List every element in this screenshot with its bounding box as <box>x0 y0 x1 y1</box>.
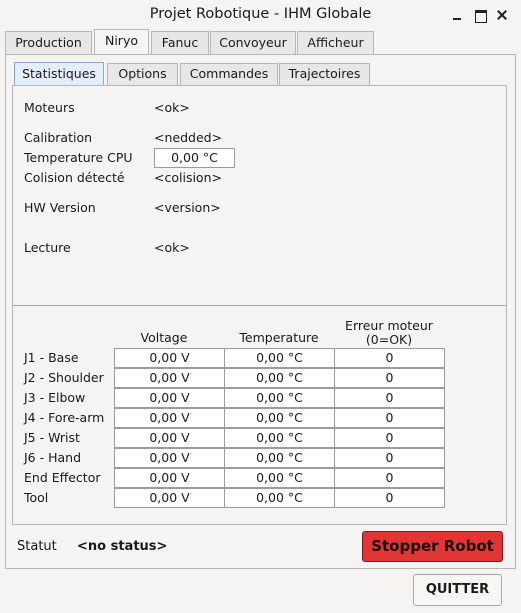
temperature-field: 0,00 °C <box>224 428 335 448</box>
close-icon[interactable] <box>494 7 510 23</box>
voltage-field: 0,00 V <box>114 448 225 468</box>
voltage-field: 0,00 V <box>114 368 225 388</box>
tab-production[interactable]: Production <box>5 31 92 55</box>
temperature-field: 0,00 °C <box>224 348 335 368</box>
tab-fanuc[interactable]: Fanuc <box>151 31 209 55</box>
voltage-header: Voltage <box>140 330 188 345</box>
maximize-icon[interactable] <box>472 7 488 23</box>
erreur-field: 0 <box>334 428 445 448</box>
calibration-label: Calibration <box>24 130 93 145</box>
colision-value: <colision> <box>154 170 222 185</box>
hw-version-label: HW Version <box>24 200 96 215</box>
erreur-field: 0 <box>334 388 445 408</box>
voltage-field: 0,00 V <box>114 488 225 508</box>
quit-button[interactable]: QUITTER <box>413 574 502 606</box>
temperature-field: 0,00 °C <box>224 388 335 408</box>
voltage-field: 0,00 V <box>114 348 225 368</box>
subtab-commandes[interactable]: Commandes <box>180 63 278 85</box>
joint-name: J6 - Hand <box>24 450 82 465</box>
joint-name: J1 - Base <box>24 350 79 365</box>
subtab-statistiques[interactable]: Statistiques <box>14 62 104 86</box>
temperature-header: Temperature <box>239 330 319 345</box>
lecture-value: <ok> <box>154 240 190 255</box>
erreur-field: 0 <box>334 368 445 388</box>
stop-robot-button[interactable]: Stopper Robot <box>362 531 503 562</box>
colision-label: Colision détecté <box>24 170 125 185</box>
voltage-field: 0,00 V <box>114 388 225 408</box>
moteurs-value: <ok> <box>154 100 190 115</box>
calibration-value: <nedded> <box>154 130 223 145</box>
erreur-header-line2: (0=OK) <box>365 332 413 347</box>
moteurs-label: Moteurs <box>24 100 75 115</box>
window-title: Projet Robotique - IHM Globale <box>149 6 372 22</box>
erreur-field: 0 <box>334 348 445 368</box>
status-value: <no status> <box>77 539 168 554</box>
joint-name: Tool <box>24 490 49 505</box>
voltage-field: 0,00 V <box>114 408 225 428</box>
minimize-icon[interactable] <box>449 7 465 23</box>
joint-name: End Effector <box>24 470 101 485</box>
subtab-trajectoires[interactable]: Trajectoires <box>279 63 370 85</box>
temperature-field: 0,00 °C <box>224 488 335 508</box>
joint-name: J4 - Fore-arm <box>24 410 105 425</box>
tab-afficheur[interactable]: Afficheur <box>297 31 374 55</box>
section-divider <box>13 305 506 306</box>
temperature-field: 0,00 °C <box>224 408 335 428</box>
erreur-header-line1: Erreur moteur <box>345 318 433 333</box>
status-label: Statut <box>17 539 57 554</box>
subtab-options[interactable]: Options <box>107 63 178 85</box>
temperature-field: 0,00 °C <box>224 468 335 488</box>
joint-name: J2 - Shoulder <box>24 370 104 385</box>
erreur-field: 0 <box>334 488 445 508</box>
tab-convoyeur[interactable]: Convoyeur <box>210 31 296 55</box>
temperature-cpu-label: Temperature CPU <box>24 150 133 165</box>
tab-niryo[interactable]: Niryo <box>94 29 149 55</box>
erreur-field: 0 <box>334 408 445 428</box>
joint-name: J3 - Elbow <box>24 390 86 405</box>
lecture-label: Lecture <box>24 240 71 255</box>
voltage-field: 0,00 V <box>114 468 225 488</box>
temperature-field: 0,00 °C <box>224 368 335 388</box>
joint-name: J5 - Wrist <box>24 430 80 445</box>
hw-version-value: <version> <box>154 200 221 215</box>
voltage-field: 0,00 V <box>114 428 225 448</box>
temperature-cpu-field: 0,00 °C <box>154 148 235 168</box>
erreur-field: 0 <box>334 448 445 468</box>
erreur-field: 0 <box>334 468 445 488</box>
title-bar: Projet Robotique - IHM Globale <box>0 0 521 30</box>
temperature-field: 0,00 °C <box>224 448 335 468</box>
